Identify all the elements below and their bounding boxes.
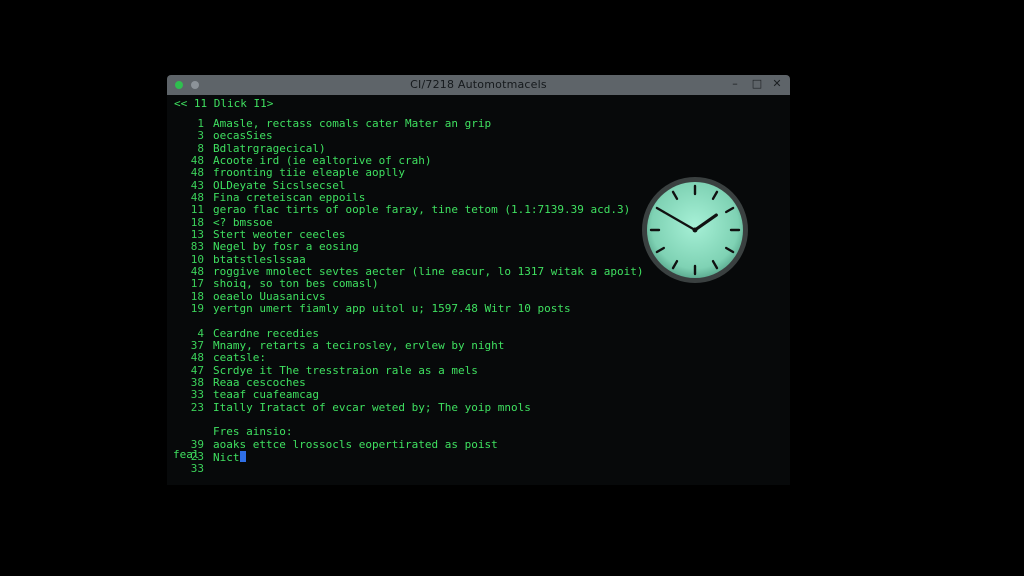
terminal-line-text: Itally Iratact of evcar weted by; The yo…: [213, 401, 531, 414]
line-number: 48: [190, 166, 204, 179]
clock-center-pin: [692, 227, 698, 233]
terminal-line: ceatsle:: [213, 352, 266, 364]
minimize-button[interactable]: –: [728, 77, 742, 90]
terminal-line-text: teaaf cuafeamcag: [213, 388, 319, 401]
line-number: 23: [190, 401, 204, 414]
terminal-line: aoaks ettce lrossocls eopertirated as po…: [213, 439, 498, 451]
terminal-line: Fres ainsio:: [213, 426, 292, 438]
terminal-line: teaaf cuafeamcag: [213, 389, 319, 401]
terminal-line: Itally Iratact of evcar weted by; The yo…: [213, 402, 531, 414]
terminal-line-text: aoaks ettce lrossocls eopertirated as po…: [213, 438, 498, 451]
terminal-line-text: oecasSies: [213, 129, 273, 142]
wall-clock: [642, 177, 748, 283]
title-bar[interactable]: CI/7218 Automotmacels – □ ✕: [167, 75, 790, 95]
maximize-button[interactable]: □: [750, 77, 764, 90]
line-number: 17: [190, 277, 204, 290]
line-number: 33: [190, 462, 204, 475]
terminal-output[interactable]: << 11 Dlick I1> feal 1 Amasle, rectass co…: [167, 95, 790, 485]
terminal-line: gerao flac tirts of oople faray, tine te…: [213, 204, 630, 216]
terminal-line-text: gerao flac tirts of oople faray, tine te…: [213, 203, 631, 216]
terminal-line: oecasSies: [213, 130, 273, 142]
terminal-line: Negel by fosr a eosing: [213, 241, 359, 253]
terminal-line: shoiq, so ton bes comasl): [213, 278, 379, 290]
terminal-line-text: yertgn umert fiamly app uitol u; 1597.48…: [213, 302, 571, 315]
line-number: 83: [190, 240, 204, 253]
terminal-line-text: Negel by fosr a eosing: [213, 240, 359, 253]
window-title: CI/7218 Automotmacels: [410, 78, 547, 91]
close-button[interactable]: ✕: [770, 77, 784, 90]
line-number: 48: [190, 351, 204, 364]
terminal-line-text: froonting tiie eleaple aoplly: [213, 166, 406, 179]
text-cursor: [239, 451, 246, 462]
terminal-line-text: ceatsle:: [213, 351, 266, 364]
line-number: 33: [190, 388, 204, 401]
line-number: 19: [190, 302, 204, 315]
terminal-line: Nict: [213, 451, 246, 464]
terminal-line: froonting tiie eleaple aoplly: [213, 167, 405, 179]
terminal-header: << 11 Dlick I1>: [174, 97, 274, 110]
terminal-line-text: Fres ainsio:: [213, 425, 293, 438]
line-number: 11: [190, 203, 204, 216]
terminal-line-text: Nict: [213, 451, 240, 464]
terminal-line-text: shoiq, so ton bes comasl): [213, 277, 379, 290]
terminal-line: yertgn umert fiamly app uitol u; 1597.48…: [213, 303, 571, 315]
line-number: 3: [197, 129, 204, 142]
